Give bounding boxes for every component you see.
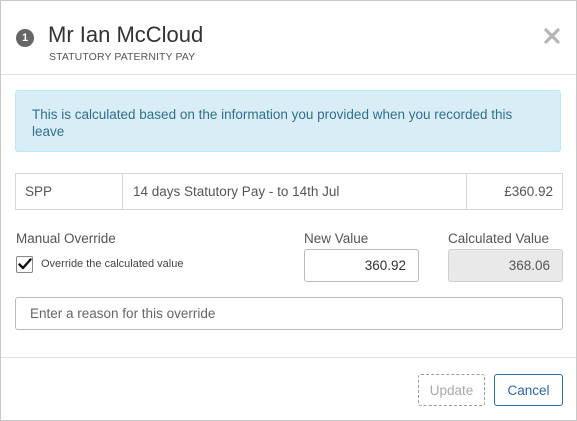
dialog-subtitle: STATUTORY PATERNITY PAY xyxy=(49,51,196,63)
override-dialog: 1 Mr Ian McCloud STATUTORY PATERNITY PAY… xyxy=(0,0,577,421)
dialog-footer: Update Cancel xyxy=(1,357,576,421)
new-value-label: New Value xyxy=(304,231,369,246)
cancel-button[interactable]: Cancel xyxy=(494,374,563,406)
pay-code-cell: SPP xyxy=(16,174,123,209)
override-checkbox-label[interactable]: Override the calculated value xyxy=(41,258,183,270)
update-button[interactable]: Update xyxy=(418,374,485,406)
info-alert: This is calculated based on the informat… xyxy=(15,90,561,152)
dialog-title: Mr Ian McCloud xyxy=(48,22,204,47)
dialog-header: 1 Mr Ian McCloud STATUTORY PATERNITY PAY xyxy=(1,1,576,75)
override-checkbox[interactable] xyxy=(16,256,33,273)
pay-description-cell: 14 days Statutory Pay - to 14th Jul xyxy=(123,174,467,209)
override-reason-input[interactable] xyxy=(15,297,563,330)
pay-amount-cell: £360.92 xyxy=(504,184,553,199)
checkmark-icon xyxy=(18,258,32,270)
calculated-value-label: Calculated Value xyxy=(448,231,550,246)
info-message: This is calculated based on the informat… xyxy=(32,107,513,139)
new-value-input[interactable]: 360.92 xyxy=(304,249,419,282)
manual-override-label: Manual Override xyxy=(16,231,116,246)
calculated-value-field: 368.06 xyxy=(448,249,563,282)
close-icon[interactable] xyxy=(541,25,563,47)
step-badge: 1 xyxy=(16,29,34,47)
pay-line-row: SPP 14 days Statutory Pay - to 14th Jul … xyxy=(15,173,563,210)
